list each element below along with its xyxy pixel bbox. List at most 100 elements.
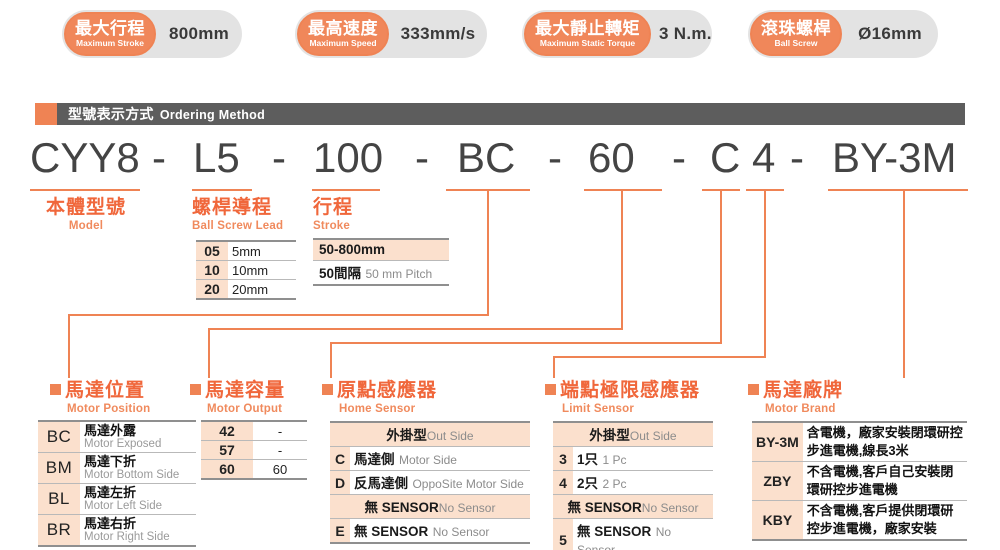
table-row: 50-800mm (313, 238, 449, 261)
connector-limit-sensor-v1 (764, 189, 766, 357)
table-row: 20 20mm (196, 279, 296, 300)
code-underline-motor-output (584, 189, 662, 191)
code-separator-3: - (415, 134, 429, 181)
spec-badge-title-en: Ball Screw (774, 38, 818, 48)
stroke-range-value: 50-800mm (319, 242, 386, 257)
connector-home-sensor-v2 (330, 342, 332, 378)
table-row: 05 5mm (196, 240, 296, 261)
group-underline-model (30, 189, 140, 191)
spec-badge-value: 3 N.m. (659, 24, 712, 43)
code-part-motor-brand: BY-3M (832, 134, 957, 181)
spec-badge-value: 800mm (168, 24, 230, 43)
code-part-model: CYY8 (30, 134, 140, 181)
table-row: E 無 SENSOR No Sensor (330, 518, 530, 544)
code-separator-2: - (272, 134, 286, 181)
group-motor-output-title-cn: 馬達容量 (190, 380, 285, 402)
group-underline-lead (192, 189, 252, 191)
table-row: 4 2只 2 Pc (553, 470, 713, 495)
group-model-title-en: Model (68, 220, 104, 232)
code-part-lead: L5 (193, 134, 240, 181)
stroke-pitch-cn: 50間隔 (319, 266, 362, 281)
limit-sensor-code-cell: 5 (553, 518, 573, 550)
desc-en: Motor Left Side (84, 500, 162, 512)
table-row: 60 60 (201, 459, 307, 480)
code-underline-motor-brand (828, 189, 968, 191)
motor-brand-desc-cell: 不含電機,客戶自己安裝閉環研控步進電機 (802, 461, 967, 501)
spec-badge-pill: 滾珠螺桿 Ball Screw (750, 12, 842, 56)
band-en: No Sensor (438, 501, 496, 515)
bullet-square-icon (545, 384, 556, 395)
motor-position-desc-cell: 馬達下折 Motor Bottom Side (80, 452, 196, 484)
band-cn: 無 SENSOR (364, 500, 439, 515)
table-row: 42 - (201, 420, 307, 441)
desc-en: Motor Side (398, 453, 457, 467)
group-home-sensor: 原點感應器 Home Sensor (322, 380, 437, 416)
motor-brand-code-cell: BY-3M (752, 421, 803, 462)
home-sensor-band-outside: 外掛型Out Side (330, 421, 530, 447)
desc-en: Motor Bottom Side (84, 469, 180, 481)
table-row: 外掛型Out Side (330, 421, 530, 447)
home-sensor-code-cell: C (330, 446, 350, 471)
desc-cn: 無 SENSOR (354, 524, 429, 539)
spec-badge-pill: 最高速度 Maximum Speed (297, 12, 389, 56)
section-header-title: 型號表示方式 Ordering Method (68, 105, 265, 124)
connector-motor-position-v1 (487, 189, 489, 315)
home-sensor-desc-cell: 反馬達側 OppoSite Motor Side (350, 470, 530, 495)
group-motor-position-title-cn: 馬達位置 (50, 380, 150, 402)
table-row: BL 馬達左折 Motor Left Side (38, 483, 196, 515)
stroke-range-cell: 50-800mm (313, 238, 449, 261)
group-motor-position-title-en: Motor Position (67, 403, 151, 415)
connector-motor-brand-v (903, 189, 905, 378)
lead-value-cell: 5mm (228, 240, 296, 261)
connector-limit-sensor-h (553, 356, 766, 358)
group-limit-sensor: 端點極限感應器 Limit Sensor (545, 380, 700, 416)
desc-cn: 1只 (577, 452, 599, 467)
motor-output-value-cell: 60 (253, 459, 307, 480)
desc-en: Motor Right Side (84, 531, 170, 543)
table-row: 5 無 SENSOR No Sensor (553, 518, 713, 550)
table-row: 50間隔 50 mm Pitch (313, 260, 449, 286)
group-limit-sensor-title-cn: 端點極限感應器 (545, 380, 700, 402)
limit-sensor-desc-cell: 1只 1 Pc (573, 446, 713, 471)
home-sensor-table: 外掛型Out Side C 馬達側 Motor Side D 反馬達側 Oppo… (330, 421, 530, 544)
limit-sensor-code-cell: 4 (553, 470, 573, 495)
spec-badge-title-en: Maximum Speed (309, 38, 377, 48)
table-row: BM 馬達下折 Motor Bottom Side (38, 452, 196, 484)
motor-output-code-cell: 42 (201, 420, 253, 441)
group-home-sensor-title-cn: 原點感應器 (322, 380, 437, 402)
group-motor-output: 馬達容量 Motor Output (190, 380, 285, 416)
ordering-method-diagram: 最大行程 Maximum Stroke 800mm 最高速度 Maximum S… (0, 0, 1000, 550)
lead-code-cell: 10 (196, 260, 228, 280)
desc-cn: 反馬達側 (354, 476, 408, 491)
group-motor-brand-title-en: Motor Brand (765, 403, 836, 415)
band-en: Out Side (629, 429, 677, 443)
limit-sensor-table: 外掛型Out Side 3 1只 1 Pc 4 2只 2 Pc 無 SENSOR… (553, 421, 713, 550)
group-motor-brand-title-cn: 馬達廠牌 (748, 380, 843, 402)
table-row: 無 SENSORNo Sensor (553, 494, 713, 519)
connector-limit-sensor-v2 (553, 356, 555, 378)
group-motor-brand: 馬達廠牌 Motor Brand (748, 380, 843, 416)
spec-badge-maximum-speed: 最高速度 Maximum Speed 333mm/s (295, 10, 487, 58)
code-part-sensors: C 4 (710, 134, 776, 181)
spec-badge-pill: 最大行程 Maximum Stroke (64, 12, 156, 56)
table-row: BY-3M 含電機，廠家安裝閉環研控步進電機,線長3米 (752, 421, 967, 462)
spec-badge-value: Ø16mm (858, 24, 922, 43)
stroke-table: 50-800mm 50間隔 50 mm Pitch (313, 238, 449, 286)
spec-badge-title-en: Maximum Stroke (75, 38, 145, 48)
motor-position-code-cell: BC (38, 420, 80, 453)
code-part-motor-position: BC (457, 134, 516, 181)
group-motor-position: 馬達位置 Motor Position (50, 380, 150, 416)
table-row: D 反馬達側 OppoSite Motor Side (330, 470, 530, 495)
limit-sensor-desc-cell: 2只 2 Pc (573, 470, 713, 495)
code-separator-5: - (672, 134, 686, 181)
motor-brand-code-cell: KBY (752, 500, 803, 541)
lead-value-cell: 10mm (228, 260, 296, 280)
desc-cn: 馬達右折 (84, 516, 137, 531)
table-row: 無 SENSORNo Sensor (330, 494, 530, 519)
group-underline-stroke (312, 189, 380, 191)
spec-badge-title-en: Maximum Static Torque (539, 38, 636, 48)
connector-motor-position-h (68, 314, 489, 316)
desc-cn: 馬達左折 (84, 485, 137, 500)
spec-badge-pill: 最大靜止轉矩 Maximum Static Torque (524, 12, 651, 56)
motor-output-value-cell: - (253, 440, 307, 460)
